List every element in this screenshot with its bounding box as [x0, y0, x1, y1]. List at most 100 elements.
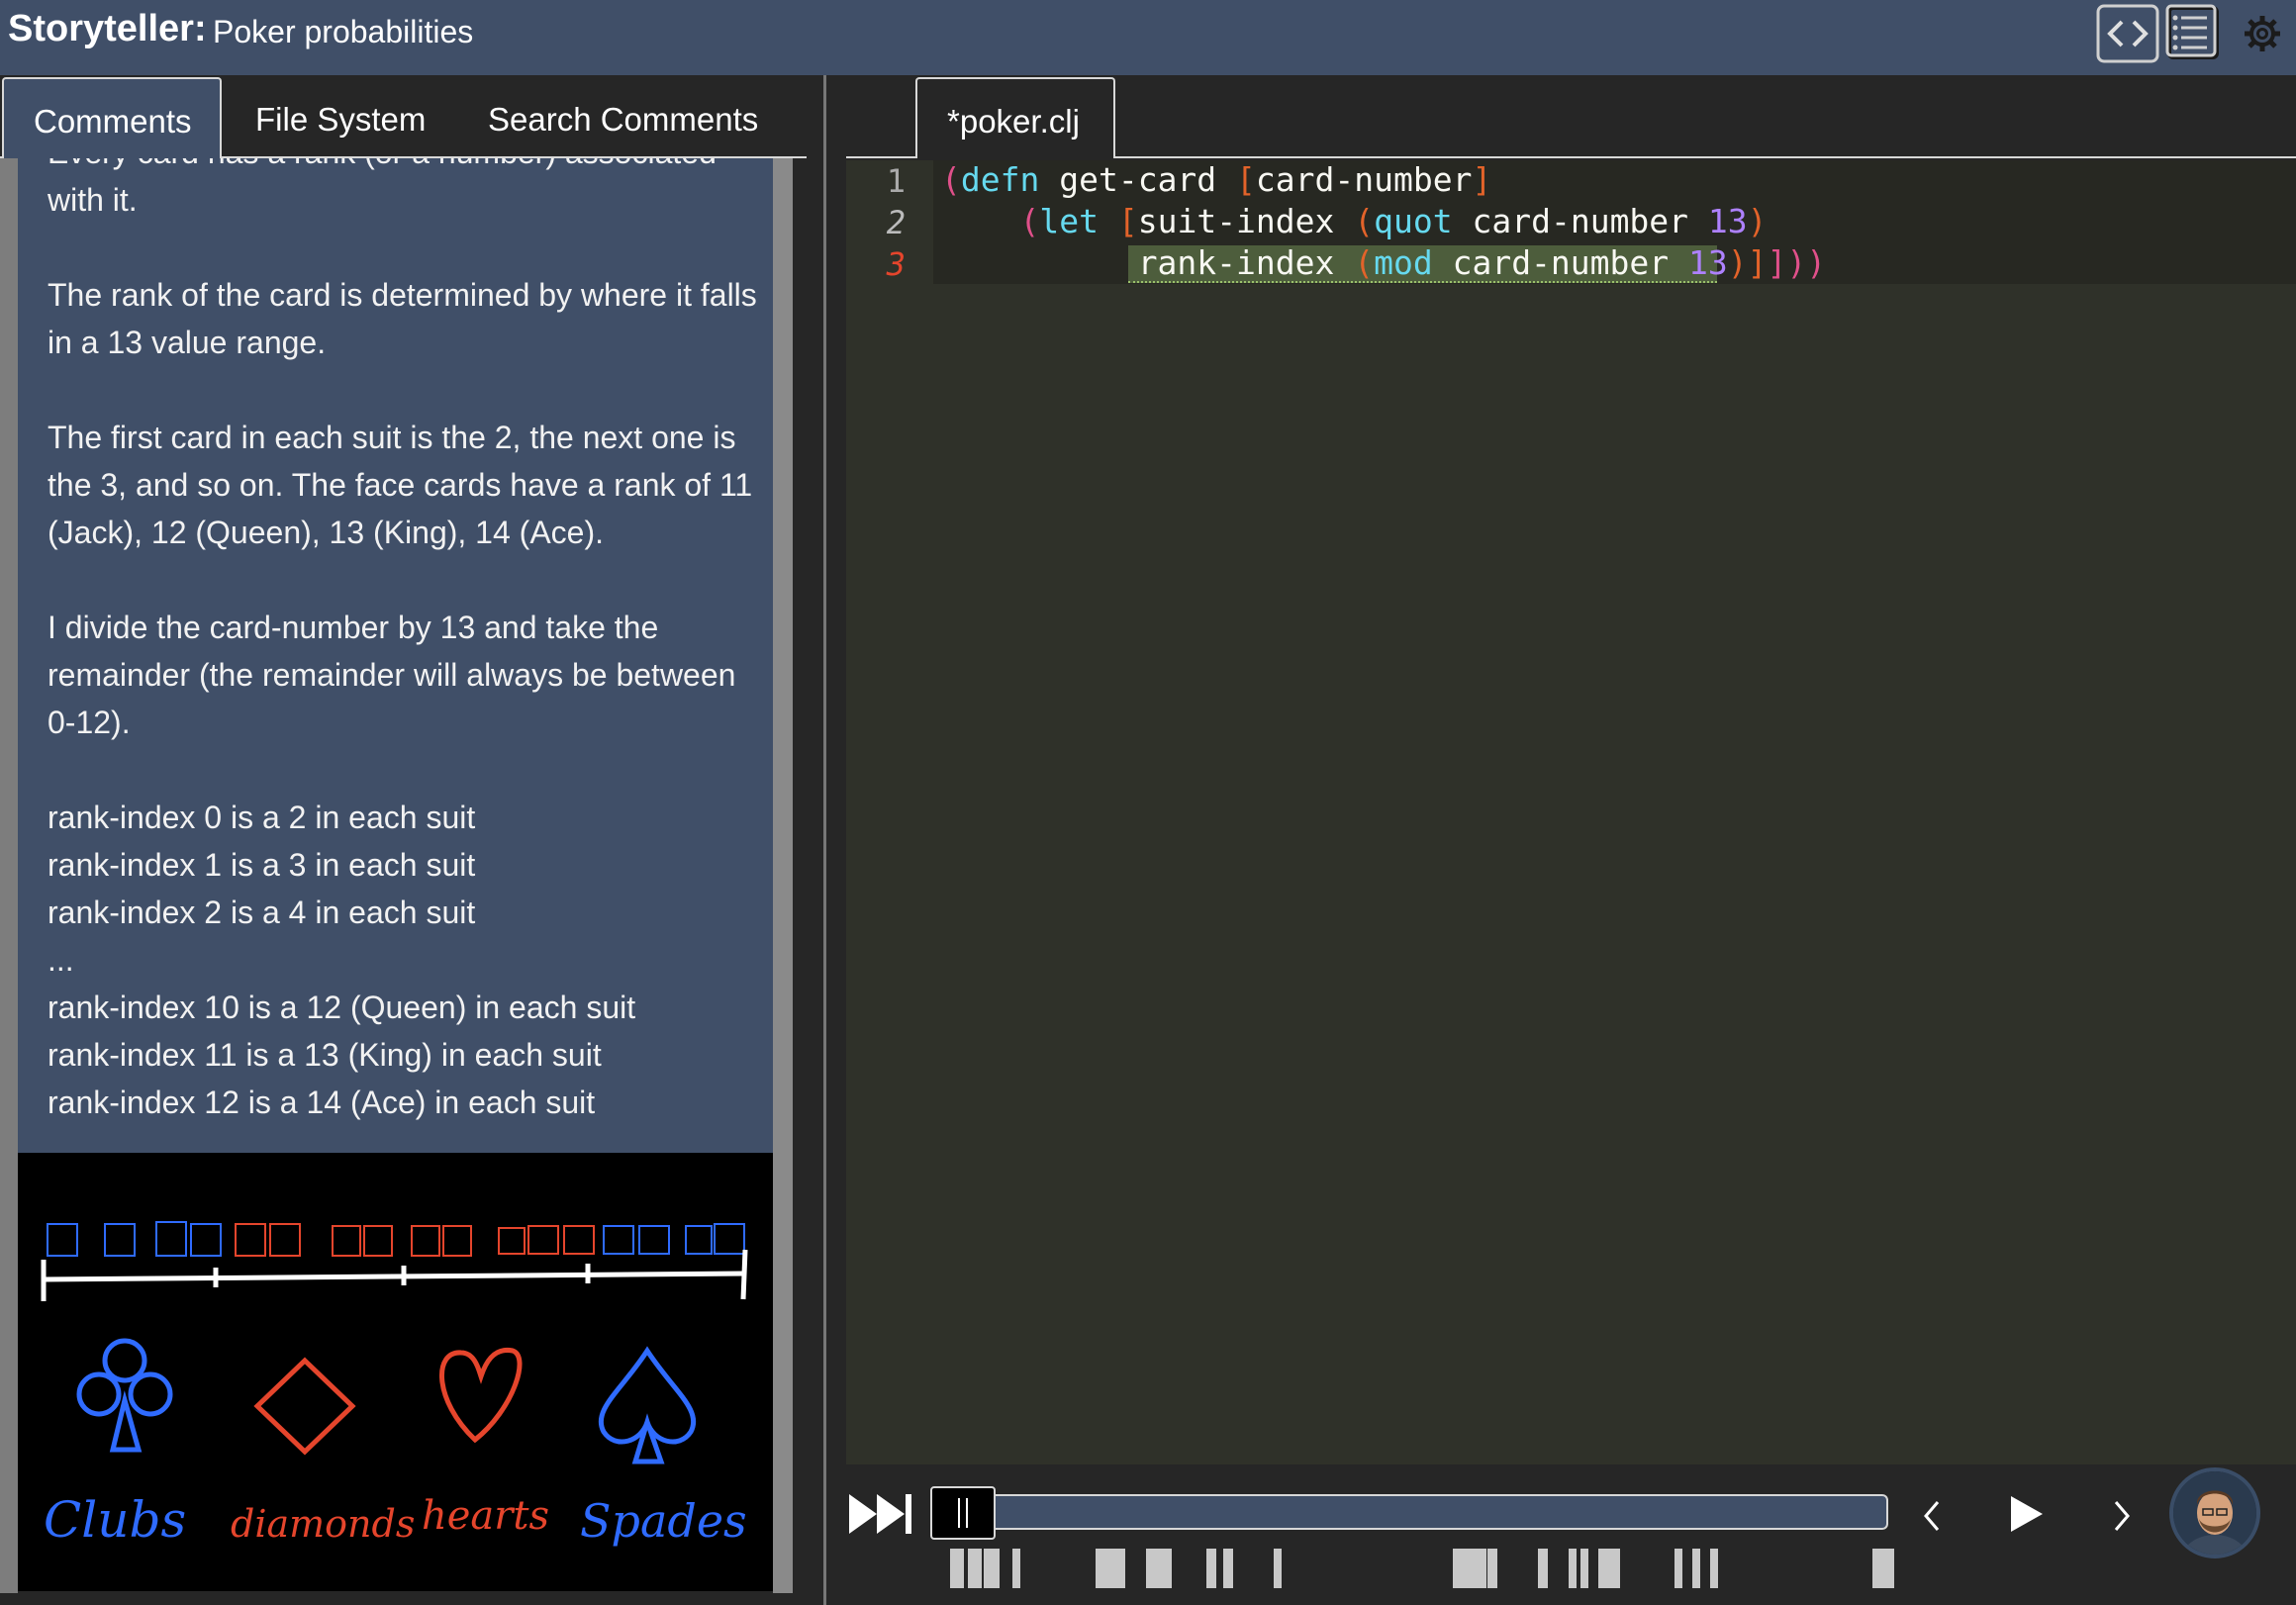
file-tab-poker[interactable]: *poker.clj [915, 77, 1115, 158]
tab-comments[interactable]: Comments [2, 77, 222, 158]
line-number: 2 [886, 204, 906, 241]
code-token: quot [1374, 202, 1453, 240]
code-token: ] [1472, 160, 1492, 199]
code-token: ( [1019, 202, 1040, 240]
rank-line: rank-index 0 is a 2 in each suit [48, 800, 476, 835]
playback-slider-handle[interactable] [930, 1486, 996, 1540]
hearts-label: hearts [422, 1493, 549, 1539]
clubs-label: Clubs [44, 1491, 186, 1549]
playback-slider-track[interactable] [990, 1494, 1888, 1530]
code-line: rank-index (mod card-number 13)]])) [941, 243, 1826, 282]
code-token: [ [1236, 160, 1256, 199]
comment-paragraph: The rank of the card is determined by wh… [48, 277, 757, 360]
editor-tabs: *poker.clj [846, 75, 2296, 158]
event-tick [968, 1549, 982, 1588]
line-number: 1 [886, 162, 906, 200]
suits-drawing-image: Clubs diamonds hearts Spades [41, 1221, 748, 1549]
line-number: 3 [886, 245, 906, 283]
comment-cut-off-line: Every card has a rank (or a number) asso… [48, 158, 760, 176]
line-number-gutter [846, 160, 933, 1464]
rank-line: rank-index 11 is a 13 (King) in each sui… [48, 1037, 602, 1073]
left-panel-tabs: Comments File System Search Comments [0, 75, 807, 158]
comment-body: Every card has a rank (or a number) asso… [48, 158, 760, 1126]
card-sketch [411, 1225, 440, 1257]
code-token: rank-index [1137, 243, 1355, 282]
code-line: (defn get-card [card-number] [941, 160, 1491, 199]
code-token: mod [1374, 243, 1433, 282]
code-token: ] [1767, 243, 1787, 282]
diamonds-label: diamonds [231, 1502, 415, 1546]
code-token: suit-index [1137, 202, 1355, 240]
comment-list-icon[interactable] [2163, 2, 2225, 63]
event-tick [1274, 1549, 1282, 1588]
rank-line: rank-index 12 is a 14 (Ace) in each suit [48, 1085, 596, 1120]
code-token: let [1039, 202, 1099, 240]
code-line: (let [suit-index (quot card-number 13) [941, 202, 1768, 240]
comment-panel[interactable]: Every card has a rank (or a number) asso… [18, 158, 773, 1153]
play-icon[interactable] [2009, 1494, 2045, 1534]
card-sketch [563, 1225, 595, 1255]
rank-line: rank-index 10 is a 12 (Queen) in each su… [48, 990, 636, 1025]
event-tick [1569, 1549, 1577, 1588]
pause-icon [958, 1498, 968, 1528]
card-sketch [498, 1227, 526, 1255]
code-token: defn [960, 160, 1040, 199]
card-sketch [638, 1225, 670, 1255]
code-editor[interactable]: 1 2 3 (defn get-card [card-number] (let … [846, 160, 2296, 1464]
code-token: card-number [1255, 160, 1473, 199]
card-sketch [269, 1223, 301, 1257]
document-title: Poker probabilities [213, 14, 474, 49]
card-sketch [685, 1225, 713, 1255]
skip-to-end-icon[interactable] [847, 1492, 914, 1536]
code-view-icon[interactable] [2096, 4, 2159, 63]
card-sketch [47, 1223, 78, 1257]
next-icon[interactable] [2112, 1500, 2132, 1532]
event-tick [1538, 1549, 1548, 1588]
spades-label: Spades [580, 1494, 747, 1548]
panel-divider[interactable] [823, 75, 826, 1605]
code-token: ) [1747, 202, 1768, 240]
file-tab-label: *poker.clj [947, 103, 1080, 140]
event-tick [1674, 1549, 1682, 1588]
rank-line: ... [48, 942, 74, 978]
editor-empty-area [933, 284, 2296, 1464]
comment-scrollbar[interactable] [773, 158, 793, 1593]
code-token: ( [1354, 202, 1375, 240]
code-token: 13 [1688, 243, 1728, 282]
event-tick [984, 1549, 1000, 1588]
comment-paragraph: with it. [48, 182, 138, 218]
code-token: card-number [1452, 202, 1708, 240]
author-avatar[interactable] [2169, 1467, 2260, 1558]
event-tick [1012, 1549, 1020, 1588]
card-sketch [155, 1221, 187, 1257]
event-tick [950, 1549, 964, 1588]
clubs-suit-sketch [76, 1338, 173, 1453]
code-token: ) [1727, 243, 1748, 282]
code-token: get-card [1039, 160, 1237, 199]
event-tick [1692, 1549, 1700, 1588]
hearts-suit-sketch [439, 1347, 523, 1444]
card-sketch [527, 1225, 559, 1255]
event-tick [1598, 1549, 1620, 1588]
suits-drawing: Clubs diamonds hearts Spades [18, 1153, 773, 1591]
code-token: ] [1747, 243, 1768, 282]
event-tick [1710, 1549, 1718, 1588]
code-token: card-number [1432, 243, 1688, 282]
previous-icon[interactable] [1922, 1500, 1942, 1532]
author-avatar-image [2173, 1471, 2256, 1555]
left-panel-margin [0, 158, 18, 1593]
code-token: ( [1354, 243, 1375, 282]
event-tick [1223, 1549, 1233, 1588]
diamonds-suit-sketch [253, 1357, 356, 1456]
comment-paragraph: I divide the card-number by 13 and take … [48, 610, 736, 740]
playback-bar [826, 1464, 2296, 1605]
card-sketch [442, 1225, 472, 1257]
code-token: 13 [1707, 202, 1748, 240]
settings-gear-icon[interactable] [2243, 14, 2282, 53]
tab-search-comments[interactable]: Search Comments [488, 101, 758, 139]
event-tick [1096, 1549, 1125, 1588]
tab-comments-label: Comments [34, 103, 192, 140]
tab-file-system[interactable]: File System [255, 101, 426, 139]
